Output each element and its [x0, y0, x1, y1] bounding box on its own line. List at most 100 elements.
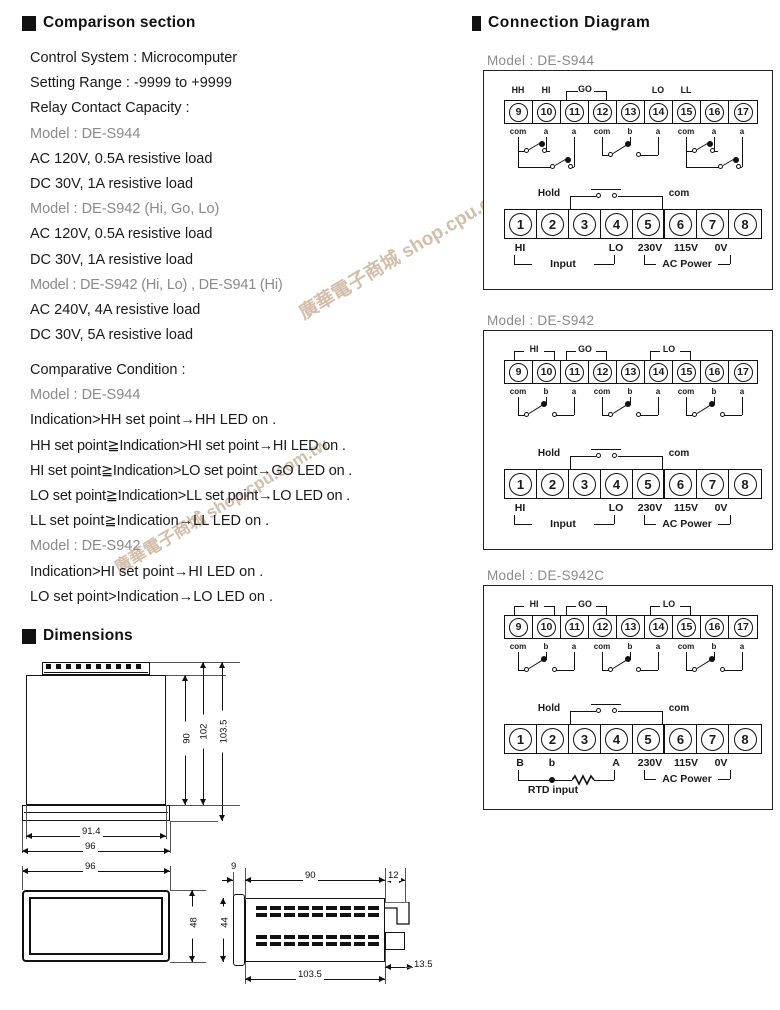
- terminal-3[interactable]: 3: [569, 470, 601, 498]
- heading-comparison-section: Comparison section: [22, 14, 196, 32]
- terminal-13[interactable]: 13: [617, 101, 645, 123]
- terminal-16[interactable]: 16: [701, 101, 729, 123]
- terminal-12[interactable]: 12: [589, 101, 617, 123]
- pin-label-hi: HI: [514, 242, 526, 254]
- contact-label: a: [571, 387, 577, 396]
- spec-row: Indication>HI set point→HI LED on .: [30, 563, 264, 580]
- terminal-6[interactable]: 6: [665, 470, 697, 498]
- terminal-7[interactable]: 7: [697, 210, 729, 238]
- power-label: AC Power: [662, 258, 712, 270]
- device-bezel-top: [22, 805, 170, 821]
- terminal-6[interactable]: 6: [665, 210, 697, 238]
- terminal-4[interactable]: 4: [601, 725, 633, 753]
- pin-label-lo: LO: [608, 242, 624, 254]
- terminal-11[interactable]: 11: [561, 616, 589, 638]
- terminal-4[interactable]: 4: [601, 210, 633, 238]
- terminal-13[interactable]: 13: [617, 361, 645, 383]
- dim-91-4: 91.4: [80, 826, 103, 837]
- terminal-2[interactable]: 2: [537, 210, 569, 238]
- diagram-caption-2: Model : DE-S942: [487, 313, 595, 328]
- terminal-3[interactable]: 3: [569, 210, 601, 238]
- terminal-15[interactable]: 15: [673, 361, 701, 383]
- terminal-11[interactable]: 11: [561, 361, 589, 383]
- spec-row: Setting Range : -9999 to +9999: [30, 75, 232, 92]
- contact-label: b: [627, 642, 633, 651]
- pin-label-115v: 115V: [674, 757, 698, 769]
- terminal-5[interactable]: 5: [633, 725, 665, 753]
- terminal-8[interactable]: 8: [729, 210, 761, 238]
- terminal-13[interactable]: 13: [617, 616, 645, 638]
- spec-row: LL set point≧Indication→LL LED on .: [30, 513, 270, 530]
- dim-13-5: 13.5: [412, 959, 435, 970]
- dim-102: 102: [198, 714, 210, 749]
- group-label-ll: LL: [680, 85, 692, 95]
- terminal-14[interactable]: 14: [645, 616, 673, 638]
- terminal-10[interactable]: 10: [533, 361, 561, 383]
- comparison-spec-list: Control System : Microcomputer Setting R…: [30, 46, 283, 348]
- terminal-9[interactable]: 9: [505, 101, 533, 123]
- comparative-condition-list: Comparative Condition : Model : DE-S944 …: [30, 358, 352, 610]
- terminal-17[interactable]: 17: [729, 101, 757, 123]
- contact-label: a: [571, 642, 577, 651]
- spec-row: Comparative Condition :: [30, 362, 186, 378]
- heading-connection-diagram: Connection Diagram: [472, 14, 650, 32]
- pin-label-230v: 230V: [637, 502, 663, 514]
- terminal-8[interactable]: 8: [729, 725, 761, 753]
- spec-row: Indication>HH set point→HH LED on .: [30, 412, 277, 429]
- terminal-12[interactable]: 12: [589, 361, 617, 383]
- spec-row: LO set point≧Indication>LL set point→LO …: [30, 487, 350, 504]
- terminal-1[interactable]: 1: [505, 470, 537, 498]
- contact-label: com: [593, 387, 611, 396]
- terminal-14[interactable]: 14: [645, 361, 673, 383]
- group-label-hi: HI: [529, 599, 539, 609]
- terminal-17[interactable]: 17: [729, 616, 757, 638]
- spec-row: LO set point>Indication→LO LED on .: [30, 588, 274, 605]
- terminal-2[interactable]: 2: [537, 725, 569, 753]
- heading-comparison-label: Comparison section: [43, 14, 196, 31]
- heading-marker-icon: [22, 15, 36, 31]
- terminal-17[interactable]: 17: [729, 361, 757, 383]
- contact-label: com: [509, 127, 527, 136]
- heading-dimensions: Dimensions: [22, 627, 133, 645]
- pin-label-lo: LO: [608, 502, 624, 514]
- terminal-9[interactable]: 9: [505, 616, 533, 638]
- terminal-16[interactable]: 16: [701, 361, 729, 383]
- terminal-9[interactable]: 9: [505, 361, 533, 383]
- group-label-lo: LO: [662, 599, 676, 609]
- group-label-lo: LO: [651, 85, 665, 95]
- contact-label: b: [627, 387, 633, 396]
- terminal-15[interactable]: 15: [673, 101, 701, 123]
- terminal-2[interactable]: 2: [537, 470, 569, 498]
- input-label: Input: [550, 518, 576, 530]
- terminal-7[interactable]: 7: [697, 725, 729, 753]
- terminal-1[interactable]: 1: [505, 725, 537, 753]
- terminal-strip-top-1: 9 10 11 12 13 14 15 16 17: [504, 100, 758, 124]
- terminal-10[interactable]: 10: [533, 101, 561, 123]
- terminal-16[interactable]: 16: [701, 616, 729, 638]
- pin-label-b-upper: B: [516, 757, 524, 769]
- heading-marker-icon: [22, 628, 36, 644]
- contact-label: b: [711, 642, 717, 651]
- terminal-5[interactable]: 5: [633, 470, 665, 498]
- terminal-7[interactable]: 7: [697, 470, 729, 498]
- terminal-12[interactable]: 12: [589, 616, 617, 638]
- spec-row: HH set point≧Indication>HI set point→HI …: [30, 437, 346, 454]
- terminal-5[interactable]: 5: [633, 210, 665, 238]
- contact-label: com: [509, 387, 527, 396]
- terminal-3[interactable]: 3: [569, 725, 601, 753]
- com-label: com: [668, 188, 690, 199]
- terminal-11[interactable]: 11: [561, 101, 589, 123]
- group-label-hh: HH: [511, 85, 525, 95]
- terminal-4[interactable]: 4: [601, 470, 633, 498]
- terminal-1[interactable]: 1: [505, 210, 537, 238]
- terminal-10[interactable]: 10: [533, 616, 561, 638]
- terminal-6[interactable]: 6: [665, 725, 697, 753]
- terminal-14[interactable]: 14: [645, 101, 673, 123]
- terminal-8[interactable]: 8: [729, 470, 761, 498]
- dim-48: 48: [188, 906, 200, 939]
- contact-label: com: [593, 642, 611, 651]
- connection-diagram-1: HH HI GO LO LL 9 10 11 12 13 14 15 16 17…: [483, 70, 773, 290]
- power-label: AC Power: [662, 773, 712, 785]
- terminal-15[interactable]: 15: [673, 616, 701, 638]
- pin-label-0v: 0V: [714, 757, 728, 769]
